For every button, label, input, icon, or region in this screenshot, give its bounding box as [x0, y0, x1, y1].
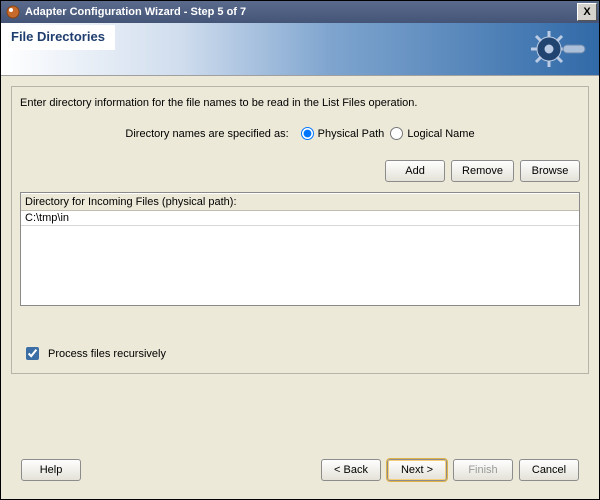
- app-icon: [5, 4, 21, 20]
- radio-logical-label: Logical Name: [407, 128, 474, 140]
- radio-physical-input[interactable]: [301, 127, 314, 140]
- cancel-button[interactable]: Cancel: [519, 459, 579, 481]
- radio-logical-input[interactable]: [390, 127, 403, 140]
- recursive-label: Process files recursively: [48, 348, 166, 360]
- radio-logical-name[interactable]: Logical Name: [390, 127, 474, 140]
- window-title: Adapter Configuration Wizard - Step 5 of…: [25, 6, 246, 18]
- wizard-banner: File Directories: [1, 23, 599, 76]
- add-button[interactable]: Add: [385, 160, 445, 182]
- browse-button[interactable]: Browse: [520, 160, 580, 182]
- wizard-window: Adapter Configuration Wizard - Step 5 of…: [0, 0, 600, 500]
- table-header: Directory for Incoming Files (physical p…: [21, 193, 579, 211]
- finish-button: Finish: [453, 459, 513, 481]
- table-toolbar: Add Remove Browse: [20, 160, 580, 182]
- page-title: File Directories: [3, 25, 115, 50]
- remove-button[interactable]: Remove: [451, 160, 514, 182]
- next-button[interactable]: Next >: [387, 459, 447, 481]
- recursive-checkbox-row[interactable]: Process files recursively: [22, 344, 580, 363]
- radio-physical-label: Physical Path: [318, 128, 385, 140]
- main-panel: Enter directory information for the file…: [11, 86, 589, 374]
- content-area: Enter directory information for the file…: [1, 76, 599, 499]
- directories-table: Directory for Incoming Files (physical p…: [20, 192, 580, 306]
- directory-path-input[interactable]: [21, 211, 579, 226]
- help-button[interactable]: Help: [21, 459, 81, 481]
- close-button[interactable]: X: [577, 3, 597, 21]
- wizard-footer: Help < Back Next > Finish Cancel: [11, 453, 589, 491]
- close-icon: X: [583, 6, 590, 18]
- recursive-checkbox[interactable]: [26, 347, 39, 360]
- back-button[interactable]: < Back: [321, 459, 381, 481]
- directory-mode-label: Directory names are specified as:: [125, 128, 288, 140]
- radio-physical-path[interactable]: Physical Path: [301, 127, 385, 140]
- instruction-text: Enter directory information for the file…: [20, 97, 580, 109]
- table-body: [21, 211, 579, 305]
- gear-icon: [519, 29, 589, 69]
- directory-mode-group: Directory names are specified as: Physic…: [20, 127, 580, 140]
- titlebar: Adapter Configuration Wizard - Step 5 of…: [1, 1, 599, 23]
